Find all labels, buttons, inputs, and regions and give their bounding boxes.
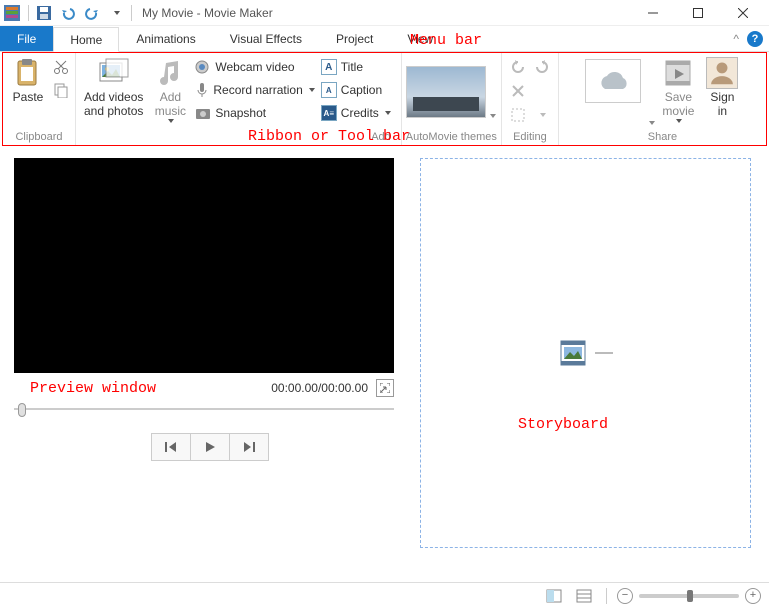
ribbon-group-add: Add videos and photos Add music Webcam v…	[76, 53, 402, 145]
collapse-ribbon-icon[interactable]: ^	[733, 32, 739, 46]
tab-home[interactable]: Home	[53, 27, 119, 52]
share-more-icon[interactable]	[649, 121, 655, 125]
sign-in-button[interactable]: Sign in	[701, 55, 743, 121]
ribbon-group-label: Editing	[513, 129, 547, 145]
rotate-left-button[interactable]	[508, 57, 528, 77]
content-area: 00:00.00/00:00.00	[0, 148, 769, 582]
redo-button[interactable]	[81, 2, 103, 24]
edit-dropdown-icon[interactable]	[532, 105, 552, 125]
add-music-button[interactable]: Add music	[149, 55, 191, 125]
share-cloud-button[interactable]	[581, 55, 645, 107]
next-frame-button[interactable]	[229, 433, 269, 461]
qat-separator	[28, 5, 29, 21]
prev-frame-button[interactable]	[151, 433, 191, 461]
save-movie-label: Save movie	[662, 91, 694, 119]
ribbon-group-automovie: AutoMovie themes	[402, 53, 502, 145]
app-icon	[4, 5, 20, 21]
playback-controls	[14, 433, 406, 461]
automovie-theme-thumb[interactable]	[406, 66, 486, 118]
window-controls	[630, 0, 765, 26]
qat-separator	[131, 5, 132, 21]
ribbon-group-editing: Editing	[502, 53, 559, 145]
title-bar: My Movie - Movie Maker	[0, 0, 769, 26]
sign-in-label: Sign in	[710, 91, 734, 119]
zoom-out-button[interactable]: −	[617, 588, 633, 604]
storyboard-pane	[410, 148, 769, 582]
delete-button[interactable]	[508, 81, 528, 101]
record-narration-button[interactable]: Record narration	[193, 80, 316, 100]
add-music-label: Add music	[155, 91, 186, 119]
ribbon-group-label: AutoMovie themes	[406, 129, 497, 145]
storyboard[interactable]	[420, 158, 751, 548]
ribbon-group-label: Add	[371, 129, 397, 145]
ribbon-group-label: Clipboard	[15, 129, 62, 145]
clip-icon	[559, 339, 587, 367]
tab-animations[interactable]: Animations	[119, 26, 212, 51]
view-thumb-button[interactable]	[542, 586, 566, 606]
save-button[interactable]	[33, 2, 55, 24]
quick-access-toolbar	[33, 2, 127, 24]
paste-button[interactable]: Paste	[7, 55, 49, 107]
tab-visual-effects[interactable]: Visual Effects	[213, 26, 319, 51]
zoom-in-button[interactable]: +	[745, 588, 761, 604]
fullscreen-button[interactable]	[376, 379, 394, 397]
play-button[interactable]	[190, 433, 230, 461]
tab-view[interactable]: View	[390, 26, 450, 51]
close-button[interactable]	[720, 0, 765, 26]
view-list-button[interactable]	[572, 586, 596, 606]
ribbon-toolbar: Paste Clipboard Add videos and photos Ad…	[2, 52, 767, 146]
webcam-video-button[interactable]: Webcam video	[193, 57, 316, 77]
ribbon-group-label: Share	[648, 129, 677, 145]
help-icon[interactable]: ?	[747, 31, 763, 47]
tab-project[interactable]: Project	[319, 26, 390, 51]
add-videos-label: Add videos and photos	[84, 91, 143, 119]
preview-pane: 00:00.00/00:00.00	[0, 148, 410, 582]
menu-bar: File Home Animations Visual Effects Proj…	[0, 26, 769, 52]
storyboard-placeholder	[559, 339, 613, 367]
seek-slider[interactable]	[14, 403, 394, 415]
automovie-more-icon[interactable]	[490, 114, 496, 118]
maximize-button[interactable]	[675, 0, 720, 26]
credits-button[interactable]: A≡Credits	[319, 103, 397, 123]
rotate-right-button[interactable]	[532, 57, 552, 77]
qat-dropdown[interactable]	[105, 2, 127, 24]
caption-button[interactable]: ACaption	[319, 80, 397, 100]
ribbon-group-clipboard: Paste Clipboard	[3, 53, 76, 145]
snapshot-button[interactable]: Snapshot	[193, 103, 316, 123]
zoom-slider[interactable]	[639, 594, 739, 598]
copy-button[interactable]	[51, 80, 71, 100]
undo-button[interactable]	[57, 2, 79, 24]
title-button[interactable]: ATitle	[319, 57, 397, 77]
window-title: My Movie - Movie Maker	[142, 6, 273, 20]
preview-video[interactable]	[14, 158, 394, 373]
paste-label: Paste	[13, 91, 44, 105]
cut-button[interactable]	[51, 57, 71, 77]
save-movie-button[interactable]: Save movie	[657, 55, 699, 125]
ribbon-group-share: Save movie Sign in Share	[559, 53, 766, 145]
minimize-button[interactable]	[630, 0, 675, 26]
select-all-button[interactable]	[508, 105, 528, 125]
add-videos-photos-button[interactable]: Add videos and photos	[80, 55, 147, 121]
timecode: 00:00.00/00:00.00	[271, 381, 368, 395]
status-bar: − +	[0, 582, 769, 608]
tab-file[interactable]: File	[0, 26, 53, 51]
